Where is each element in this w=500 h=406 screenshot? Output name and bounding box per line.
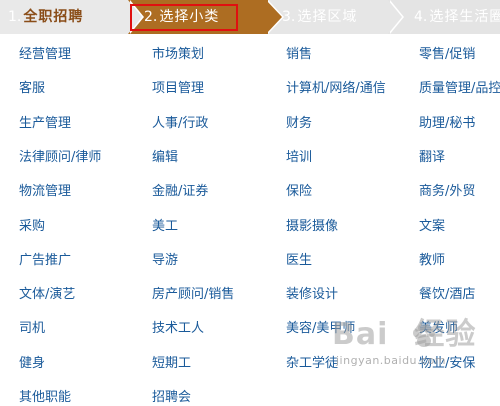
step-4[interactable]: 4. 选择生活圈 xyxy=(388,0,500,34)
category-link[interactable]: 文体/演艺 xyxy=(19,287,75,303)
category-link[interactable]: 项目管理 xyxy=(152,81,204,97)
category-link[interactable]: 人事/行政 xyxy=(152,116,208,132)
step-progress-bar: 1. 全职招聘 2. 选择小类 3. 选择区域 4. 选择生活圈 xyxy=(0,0,500,34)
category-link[interactable]: 美发师 xyxy=(419,321,458,337)
category-link[interactable]: 杂工学徒 xyxy=(286,356,338,372)
category-link[interactable]: 美容/美甲师 xyxy=(286,321,355,337)
category-link[interactable]: 广告推广 xyxy=(19,253,71,269)
category-link[interactable]: 招聘会 xyxy=(152,390,191,406)
step-separator-arrow xyxy=(388,0,402,34)
category-link[interactable]: 质量管理/品控 xyxy=(419,81,500,97)
category-link[interactable]: 销售 xyxy=(286,47,312,63)
category-link[interactable]: 编辑 xyxy=(152,150,178,166)
category-link[interactable]: 短期工 xyxy=(152,356,191,372)
category-grid: 经营管理 市场策划 销售 零售/促销客服 项目管理 计算机/网络/通信 质量管理/品控生产管… xyxy=(0,34,500,406)
category-link[interactable]: 房产顾问/销售 xyxy=(152,287,234,303)
step-1[interactable]: 1. 全职招聘 xyxy=(0,0,128,34)
step-3-label: 选择区域 xyxy=(297,9,358,25)
step-active-arrow xyxy=(266,0,282,34)
category-link[interactable]: 美工 xyxy=(152,219,178,235)
category-link[interactable]: 计算机/网络/通信 xyxy=(286,81,386,97)
category-link[interactable]: 金融/证券 xyxy=(152,184,208,200)
step-1-label: 全职招聘 xyxy=(23,9,84,25)
category-link[interactable]: 翻译 xyxy=(419,150,445,166)
category-link[interactable]: 采购 xyxy=(19,219,45,235)
category-link[interactable]: 零售/促销 xyxy=(419,47,475,63)
category-link[interactable]: 教师 xyxy=(419,253,445,269)
step-1-number: 1. xyxy=(8,9,22,25)
category-link[interactable]: 生产管理 xyxy=(19,116,71,132)
annotation-highlight-box xyxy=(130,4,238,31)
category-link[interactable]: 餐饮/酒店 xyxy=(419,287,475,303)
category-link[interactable]: 助理/秘书 xyxy=(419,116,475,132)
category-link[interactable]: 商务/外贸 xyxy=(419,184,475,200)
category-link[interactable]: 文案 xyxy=(419,219,445,235)
category-link[interactable]: 摄影摄像 xyxy=(286,219,338,235)
category-link[interactable]: 物业/安保 xyxy=(419,356,475,372)
category-link[interactable]: 健身 xyxy=(19,356,45,372)
step-4-label: 选择生活圈 xyxy=(429,9,500,25)
step-4-number: 4. xyxy=(414,9,428,25)
step-3[interactable]: 3. 选择区域 xyxy=(268,0,388,34)
category-link[interactable]: 法律顾问/律师 xyxy=(19,150,101,166)
category-link[interactable]: 其他职能 xyxy=(19,390,71,406)
category-link[interactable]: 医生 xyxy=(286,253,312,269)
category-link[interactable]: 市场策划 xyxy=(152,47,204,63)
category-link[interactable]: 培训 xyxy=(286,150,312,166)
category-link[interactable]: 装修设计 xyxy=(286,287,338,303)
category-link[interactable]: 经营管理 xyxy=(19,47,71,63)
category-link[interactable]: 物流管理 xyxy=(19,184,71,200)
category-link[interactable]: 保险 xyxy=(286,184,312,200)
job-category-page: 1. 全职招聘 2. 选择小类 3. 选择区域 4. 选择生活圈 经营管理 市场策划 销售 零… xyxy=(0,0,500,406)
category-link[interactable]: 财务 xyxy=(286,116,312,132)
category-link[interactable]: 客服 xyxy=(19,81,45,97)
category-link[interactable]: 技术工人 xyxy=(152,321,204,337)
step-3-number: 3. xyxy=(282,9,296,25)
category-link[interactable]: 司机 xyxy=(19,321,45,337)
category-link[interactable]: 导游 xyxy=(152,253,178,269)
